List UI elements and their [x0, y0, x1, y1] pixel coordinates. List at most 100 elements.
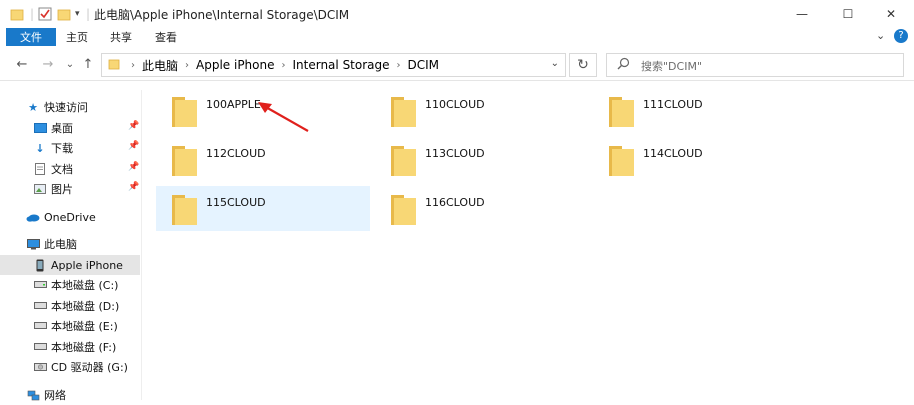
sidebar-item-downloads[interactable]: ↓ 下载 📌 — [0, 138, 140, 158]
chevron-down-icon[interactable]: ⌄ — [551, 58, 559, 69]
sidebar-item-label: 网络 — [44, 389, 66, 402]
drive-icon — [33, 319, 47, 333]
folder-icon — [10, 6, 24, 22]
folder-tile-115cloud[interactable]: 115CLOUD — [156, 186, 370, 231]
document-icon — [33, 162, 47, 176]
tab-file[interactable]: 文件 — [6, 28, 56, 46]
customize-toolbar-icon[interactable]: ▾ — [75, 6, 80, 22]
folder-icon — [609, 97, 634, 127]
recent-locations-button[interactable]: ⌄ — [62, 56, 78, 72]
sidebar-item-pictures[interactable]: 图片 📌 — [0, 179, 140, 199]
folder-name: 112CLOUD — [206, 147, 266, 160]
cd-drive-icon — [33, 360, 47, 374]
folder-icon — [391, 195, 416, 225]
breadcrumb-internal-storage[interactable]: Internal Storage — [293, 58, 390, 72]
folder-name: 111CLOUD — [643, 98, 703, 111]
address-bar[interactable]: › 此电脑 › Apple iPhone › Internal Storage … — [101, 53, 566, 77]
help-icon[interactable]: ? — [894, 29, 908, 43]
chevron-right-icon: › — [131, 59, 135, 71]
folder-tile-114cloud[interactable]: 114CLOUD — [593, 137, 807, 182]
pin-icon[interactable]: 📌 — [128, 141, 139, 151]
download-icon: ↓ — [35, 141, 45, 155]
sidebar-item-label: 下载 — [51, 142, 73, 155]
chevron-right-icon[interactable]: › — [282, 60, 286, 71]
folder-icon — [172, 97, 197, 127]
collapse-ribbon-icon[interactable]: ⌄ — [876, 29, 885, 42]
folder-tile-116cloud[interactable]: 116CLOUD — [375, 186, 589, 231]
up-button[interactable]: ↑ — [80, 56, 96, 72]
star-icon: ★ — [28, 100, 38, 114]
folder-tile-110cloud[interactable]: 110CLOUD — [375, 88, 589, 133]
pin-icon[interactable]: 📌 — [128, 182, 139, 192]
sidebar-item-label: CD 驱动器 (G:) — [51, 361, 128, 374]
back-button[interactable]: ← — [14, 56, 30, 72]
sidebar-item-label: 本地磁盘 (E:) — [51, 320, 118, 333]
sidebar-item-label: 文档 — [51, 163, 73, 176]
sidebar-item-label: 此电脑 — [44, 238, 77, 251]
folder-tile-111cloud[interactable]: 111CLOUD — [593, 88, 807, 133]
navigation-pane: ★ 快速访问 桌面 📌 ↓ 下载 📌 文档 📌 图片 📌 OneDrive 此电… — [0, 90, 142, 402]
folder-name: 110CLOUD — [425, 98, 485, 111]
sidebar-item-label: 快速访问 — [44, 101, 88, 114]
computer-icon — [26, 237, 40, 251]
breadcrumb: › 此电脑 › Apple iPhone › Internal Storage … — [108, 54, 439, 76]
title-bar: | ▾ | 此电脑\Apple iPhone\Internal Storage\… — [0, 0, 914, 28]
pin-icon[interactable]: 📌 — [128, 121, 139, 131]
phone-icon — [33, 258, 47, 272]
tab-home[interactable]: 主页 — [66, 28, 88, 46]
folder-name: 115CLOUD — [206, 196, 266, 209]
drive-icon — [33, 340, 47, 354]
pin-icon[interactable]: 📌 — [128, 162, 139, 172]
sidebar-item-this-pc[interactable]: 此电脑 — [0, 234, 140, 254]
window-title: 此电脑\Apple iPhone\Internal Storage\DCIM — [94, 8, 350, 22]
sidebar-item-cd-drive-g[interactable]: CD 驱动器 (G:) — [0, 357, 140, 377]
search-input[interactable]: 搜索"DCIM" — [641, 58, 702, 74]
sidebar-item-quick-access[interactable]: ★ 快速访问 — [0, 97, 140, 117]
sidebar-item-network[interactable]: 网络 — [0, 385, 140, 405]
folder-tile-112cloud[interactable]: 112CLOUD — [156, 137, 370, 182]
folder-name: 116CLOUD — [425, 196, 485, 209]
sidebar-item-documents[interactable]: 文档 📌 — [0, 159, 140, 179]
title-separator: | — [86, 7, 91, 21]
refresh-button[interactable]: ↻ — [569, 53, 597, 77]
forward-button[interactable]: → — [40, 56, 56, 72]
sidebar-item-drive-d[interactable]: 本地磁盘 (D:) — [0, 296, 140, 316]
sidebar-item-label: 本地磁盘 (F:) — [51, 341, 117, 354]
breadcrumb-apple-iphone[interactable]: Apple iPhone — [196, 58, 274, 72]
sidebar-item-apple-iphone[interactable]: Apple iPhone — [0, 255, 140, 275]
sidebar-item-drive-f[interactable]: 本地磁盘 (F:) — [0, 337, 140, 357]
sidebar-item-desktop[interactable]: 桌面 📌 — [0, 118, 140, 138]
cloud-icon — [26, 210, 40, 224]
new-folder-icon[interactable] — [57, 6, 71, 22]
folder-icon — [172, 195, 197, 225]
folder-tile-113cloud[interactable]: 113CLOUD — [375, 137, 589, 182]
sidebar-item-label: 图片 — [51, 183, 73, 196]
desktop-icon — [33, 121, 47, 135]
sidebar-item-label: OneDrive — [44, 210, 96, 224]
properties-icon[interactable] — [38, 6, 52, 22]
title-separator: | — [30, 7, 35, 21]
folder-icon — [391, 146, 416, 176]
minimize-button[interactable]: — — [779, 0, 825, 28]
breadcrumb-dcim[interactable]: DCIM — [408, 58, 440, 72]
tab-share[interactable]: 共享 — [110, 28, 132, 46]
sidebar-item-drive-c[interactable]: 本地磁盘 (C:) — [0, 275, 140, 295]
chevron-right-icon[interactable]: › — [397, 60, 401, 71]
sidebar-item-label: 桌面 — [51, 122, 73, 135]
sidebar-item-drive-e[interactable]: 本地磁盘 (E:) — [0, 316, 140, 336]
maximize-button[interactable]: ☐ — [825, 0, 871, 28]
folder-icon — [609, 146, 634, 176]
breadcrumb-this-pc[interactable]: 此电脑 — [142, 57, 178, 74]
sidebar-item-label: 本地磁盘 (D:) — [51, 300, 120, 313]
sidebar-item-label: Apple iPhone — [51, 258, 123, 272]
sidebar-item-label: 本地磁盘 (C:) — [51, 279, 119, 292]
sidebar-item-onedrive[interactable]: OneDrive — [0, 207, 140, 227]
search-box[interactable]: 搜索"DCIM" — [606, 53, 904, 77]
chevron-right-icon[interactable]: › — [185, 60, 189, 71]
folder-icon — [172, 146, 197, 176]
folder-name: 113CLOUD — [425, 147, 485, 160]
close-button[interactable]: ✕ — [868, 0, 914, 28]
annotation-arrow-icon — [258, 102, 309, 132]
folder-icon — [108, 58, 120, 73]
tab-view[interactable]: 查看 — [155, 28, 177, 46]
